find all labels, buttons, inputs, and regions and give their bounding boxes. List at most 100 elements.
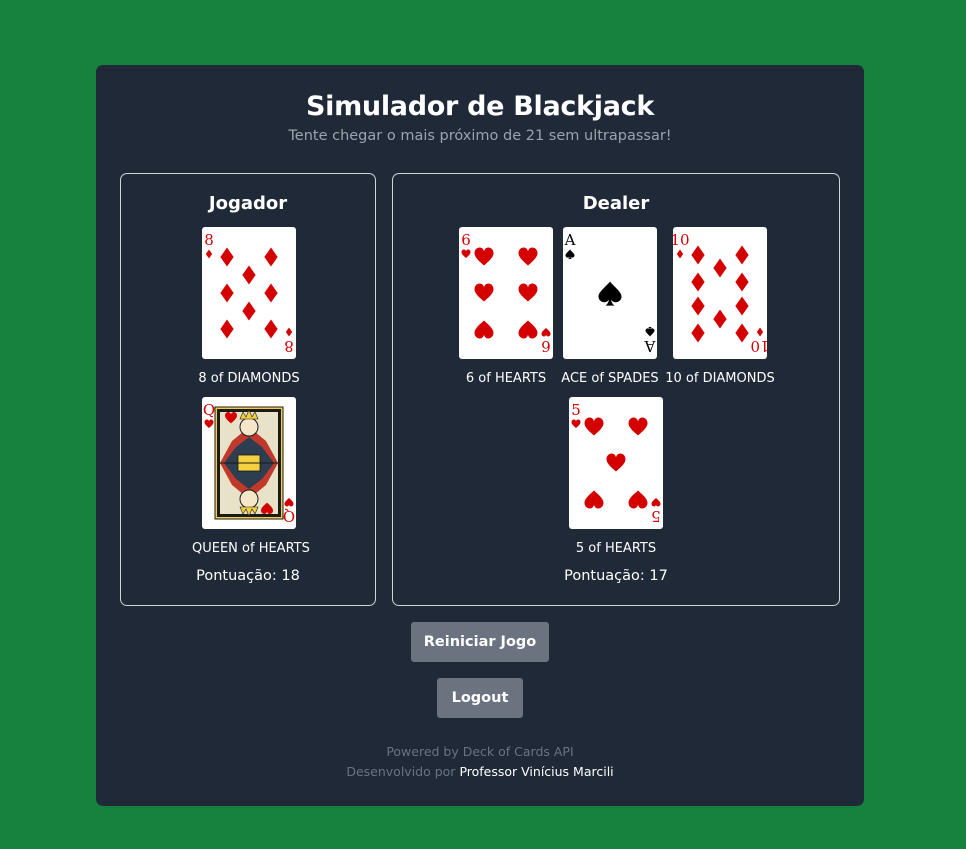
restart-game-button[interactable]: Reiniciar Jogo — [411, 622, 549, 662]
card-label: 5 of HEARTS — [575, 541, 657, 556]
card-rank: 8 — [204, 231, 214, 249]
ace-suit-icon — [598, 281, 622, 306]
card-face: 55 — [571, 401, 661, 525]
corner-suit-icon — [565, 249, 575, 259]
card-corner-index: A — [644, 327, 656, 355]
card-corner-index: A — [564, 231, 576, 259]
pip-suit-icon — [735, 323, 749, 343]
card-corner-index: 10 — [673, 231, 690, 259]
card-rank: A — [564, 231, 576, 249]
card-corner-index: 5 — [571, 401, 581, 429]
dealer-card-slot: AA ACE of SPADES — [553, 227, 667, 386]
playing-card: 88 — [202, 227, 296, 359]
pip-suit-icon — [691, 245, 705, 265]
card-face: QQ — [203, 401, 295, 525]
card-face: 66 — [461, 231, 551, 355]
pip-suit-icon — [691, 296, 705, 316]
corner-suit-icon — [284, 497, 294, 507]
card-corner-index: 10 — [750, 327, 767, 355]
pip-suit-icon — [735, 272, 749, 292]
footer-powered-by: Powered by Deck of Cards API — [386, 744, 574, 759]
author-link[interactable]: Professor Vinícius Marcili — [459, 764, 613, 779]
dealer-card-slot: 66 6 of HEARTS — [449, 227, 563, 386]
pip-suit-icon — [691, 272, 705, 292]
card-rank: 8 — [284, 337, 294, 355]
player-title: Jogador — [208, 193, 288, 214]
playing-card: 66 — [459, 227, 553, 359]
pip-suit-icon — [518, 283, 538, 302]
pip-suit-icon — [628, 417, 648, 436]
card-corner-index: Q — [203, 401, 215, 429]
card-face: 88 — [204, 231, 294, 355]
dealer-title: Dealer — [582, 193, 650, 214]
playing-card: 55 — [569, 397, 663, 529]
logout-button[interactable]: Logout — [437, 678, 523, 718]
pip-suit-icon — [584, 417, 604, 436]
card-corner-index: 6 — [461, 231, 471, 259]
card-corner-index: Q — [283, 497, 295, 525]
dealer-card-slot: 10 10 10 of DIAMONDS — [663, 227, 777, 386]
playing-card: AA — [563, 227, 657, 359]
card-corner-index: 5 — [651, 497, 661, 525]
dealer-score: Pontuação: 17 — [564, 568, 668, 584]
card-label: ACE of SPADES — [561, 371, 659, 386]
pip-suit-icon — [264, 247, 278, 267]
corner-suit-icon — [571, 419, 581, 429]
card-rank: 5 — [571, 401, 581, 419]
pip-suit-icon — [713, 309, 727, 329]
corner-suit-icon — [541, 327, 551, 337]
card-label: 10 of DIAMONDS — [665, 371, 775, 386]
player-card-slot: QQ QUEEN of HEARTS — [192, 397, 310, 556]
card-rank: 6 — [541, 337, 551, 355]
footer-credits: Desenvolvido por Professor Vinícius Marc… — [96, 764, 864, 779]
page-title: Simulador de Blackjack — [305, 91, 654, 122]
pip-suit-icon — [264, 319, 278, 339]
card-rank: 5 — [651, 507, 661, 525]
card-label: QUEEN of HEARTS — [192, 541, 310, 556]
pip-suit-icon — [735, 296, 749, 316]
card-face: AA — [564, 231, 657, 355]
pip-suit-icon — [220, 283, 234, 303]
corner-suit-icon — [285, 327, 293, 337]
card-corner-index: 8 — [204, 231, 214, 259]
pip-suit-icon — [474, 283, 494, 302]
pip-suit-icon — [474, 320, 494, 339]
corner-suit-icon — [756, 327, 764, 337]
pip-suit-icon — [518, 247, 538, 266]
pip-suit-icon — [264, 283, 278, 303]
pip-suit-icon — [691, 323, 705, 343]
card-face: 10 10 — [673, 231, 767, 355]
corner-suit-icon — [645, 327, 655, 337]
pip-suit-icon — [628, 490, 648, 509]
corner-suit-icon — [205, 249, 213, 259]
player-card-slot: 88 8 of DIAMONDS — [192, 227, 306, 386]
card-rank: 10 — [750, 337, 767, 355]
footer-developed-prefix: Desenvolvido por — [346, 764, 456, 779]
pip-suit-icon — [713, 258, 727, 278]
corner-suit-icon — [461, 249, 471, 259]
playing-card: 10 10 — [673, 227, 767, 359]
pip-suit-icon — [584, 490, 604, 509]
card-rank: A — [644, 337, 656, 355]
card-corner-index: 6 — [541, 327, 551, 355]
corner-suit-icon — [651, 497, 661, 507]
card-rank: Q — [283, 507, 295, 525]
card-label: 6 of HEARTS — [465, 371, 547, 386]
page-subtitle: Tente chegar o mais próximo de 21 sem ul… — [288, 128, 672, 144]
player-score: Pontuação: 18 — [196, 568, 300, 584]
dealer-card-slot: 55 5 of HEARTS — [559, 397, 673, 556]
queen-face-art — [214, 406, 284, 520]
card-rank: Q — [203, 401, 215, 419]
pip-suit-icon — [220, 247, 234, 267]
pip-suit-icon — [735, 245, 749, 265]
card-rank: 6 — [461, 231, 471, 249]
card-rank: 10 — [673, 231, 690, 249]
pip-suit-icon — [606, 453, 626, 472]
dealer-hand: Dealer 66 6 of HEARTS AA ACE of SPADES 1… — [392, 173, 840, 606]
player-hand: Jogador 88 8 of DIAMONDS QQ QUEEN of HEA… — [120, 173, 376, 606]
pip-suit-icon — [220, 319, 234, 339]
corner-suit-icon — [204, 419, 214, 429]
card-label: 8 of DIAMONDS — [198, 371, 300, 386]
pip-suit-icon — [474, 247, 494, 266]
pip-suit-icon — [518, 320, 538, 339]
